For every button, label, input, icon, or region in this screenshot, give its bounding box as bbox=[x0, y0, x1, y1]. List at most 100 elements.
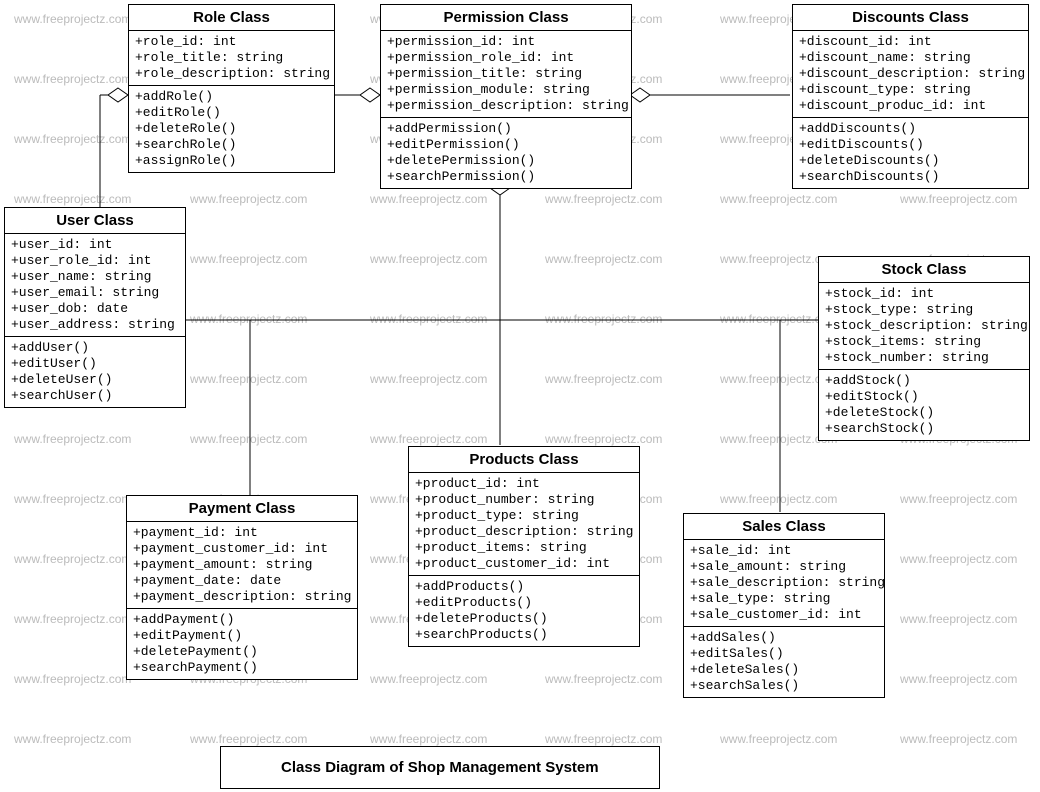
watermark: www.freeprojectz.com bbox=[545, 372, 662, 386]
class-line: +user_role_id: int bbox=[11, 253, 179, 269]
attrs: +user_id: int+user_role_id: int+user_nam… bbox=[5, 234, 185, 337]
watermark: www.freeprojectz.com bbox=[370, 312, 487, 326]
ops: +addPermission()+editPermission()+delete… bbox=[381, 118, 631, 188]
ops: +addDiscounts()+editDiscounts()+deleteDi… bbox=[793, 118, 1028, 188]
watermark: www.freeprojectz.com bbox=[14, 132, 131, 146]
class-line: +addStock() bbox=[825, 373, 1023, 389]
class-line: +addSales() bbox=[690, 630, 878, 646]
watermark: www.freeprojectz.com bbox=[14, 732, 131, 746]
watermark: www.freeprojectz.com bbox=[190, 192, 307, 206]
class-line: +editPermission() bbox=[387, 137, 625, 153]
class-line: +role_description: string bbox=[135, 66, 328, 82]
watermark: www.freeprojectz.com bbox=[370, 192, 487, 206]
watermark: www.freeprojectz.com bbox=[190, 432, 307, 446]
class-title: Discounts Class bbox=[793, 5, 1028, 31]
class-title: Permission Class bbox=[381, 5, 631, 31]
class-line: +deleteSales() bbox=[690, 662, 878, 678]
class-line: +payment_id: int bbox=[133, 525, 351, 541]
class-line: +searchUser() bbox=[11, 388, 179, 404]
class-line: +product_id: int bbox=[415, 476, 633, 492]
watermark: www.freeprojectz.com bbox=[900, 672, 1017, 686]
watermark: www.freeprojectz.com bbox=[14, 552, 131, 566]
watermark: www.freeprojectz.com bbox=[900, 732, 1017, 746]
class-line: +product_number: string bbox=[415, 492, 633, 508]
class-line: +editStock() bbox=[825, 389, 1023, 405]
class-stock: Stock Class +stock_id: int+stock_type: s… bbox=[818, 256, 1030, 441]
class-line: +user_name: string bbox=[11, 269, 179, 285]
class-line: +sale_amount: string bbox=[690, 559, 878, 575]
class-line: +role_id: int bbox=[135, 34, 328, 50]
class-line: +product_customer_id: int bbox=[415, 556, 633, 572]
watermark: www.freeprojectz.com bbox=[370, 732, 487, 746]
ops: +addSales()+editSales()+deleteSales()+se… bbox=[684, 627, 884, 697]
class-line: +addDiscounts() bbox=[799, 121, 1022, 137]
class-line: +payment_description: string bbox=[133, 589, 351, 605]
watermark: www.freeprojectz.com bbox=[545, 672, 662, 686]
watermark: www.freeprojectz.com bbox=[545, 312, 662, 326]
class-line: +searchDiscounts() bbox=[799, 169, 1022, 185]
class-line: +editRole() bbox=[135, 105, 328, 121]
class-line: +addUser() bbox=[11, 340, 179, 356]
class-title: Products Class bbox=[409, 447, 639, 473]
class-line: +searchStock() bbox=[825, 421, 1023, 437]
class-line: +stock_id: int bbox=[825, 286, 1023, 302]
class-line: +payment_amount: string bbox=[133, 557, 351, 573]
attrs: +sale_id: int+sale_amount: string+sale_d… bbox=[684, 540, 884, 627]
ops: +addProducts()+editProducts()+deleteProd… bbox=[409, 576, 639, 646]
class-line: +sale_type: string bbox=[690, 591, 878, 607]
watermark: www.freeprojectz.com bbox=[900, 552, 1017, 566]
watermark: www.freeprojectz.com bbox=[900, 492, 1017, 506]
class-line: +discount_description: string bbox=[799, 66, 1022, 82]
class-line: +payment_customer_id: int bbox=[133, 541, 351, 557]
class-line: +product_description: string bbox=[415, 524, 633, 540]
ops: +addUser()+editUser()+deleteUser()+searc… bbox=[5, 337, 185, 407]
class-line: +user_email: string bbox=[11, 285, 179, 301]
class-line: +deletePayment() bbox=[133, 644, 351, 660]
attrs: +product_id: int+product_number: string+… bbox=[409, 473, 639, 576]
class-line: +editDiscounts() bbox=[799, 137, 1022, 153]
class-line: +editSales() bbox=[690, 646, 878, 662]
class-title: Payment Class bbox=[127, 496, 357, 522]
class-line: +discount_type: string bbox=[799, 82, 1022, 98]
attrs: +payment_id: int+payment_customer_id: in… bbox=[127, 522, 357, 609]
watermark: www.freeprojectz.com bbox=[14, 192, 131, 206]
class-line: +editPayment() bbox=[133, 628, 351, 644]
watermark: www.freeprojectz.com bbox=[370, 372, 487, 386]
class-line: +deleteRole() bbox=[135, 121, 328, 137]
attrs: +discount_id: int+discount_name: string+… bbox=[793, 31, 1028, 118]
watermark: www.freeprojectz.com bbox=[545, 252, 662, 266]
watermark: www.freeprojectz.com bbox=[14, 72, 131, 86]
class-line: +deleteProducts() bbox=[415, 611, 633, 627]
watermark: www.freeprojectz.com bbox=[370, 432, 487, 446]
class-line: +permission_role_id: int bbox=[387, 50, 625, 66]
class-line: +sale_description: string bbox=[690, 575, 878, 591]
class-line: +role_title: string bbox=[135, 50, 328, 66]
watermark: www.freeprojectz.com bbox=[545, 732, 662, 746]
class-title: Sales Class bbox=[684, 514, 884, 540]
class-line: +sale_id: int bbox=[690, 543, 878, 559]
ops: +addRole()+editRole()+deleteRole()+searc… bbox=[129, 86, 334, 172]
class-title: Stock Class bbox=[819, 257, 1029, 283]
class-line: +stock_number: string bbox=[825, 350, 1023, 366]
class-payment: Payment Class +payment_id: int+payment_c… bbox=[126, 495, 358, 680]
class-line: +stock_items: string bbox=[825, 334, 1023, 350]
diagram-title: Class Diagram of Shop Management System bbox=[220, 746, 660, 789]
class-line: +searchPayment() bbox=[133, 660, 351, 676]
watermark: www.freeprojectz.com bbox=[370, 252, 487, 266]
class-line: +payment_date: date bbox=[133, 573, 351, 589]
class-line: +user_id: int bbox=[11, 237, 179, 253]
attrs: +permission_id: int+permission_role_id: … bbox=[381, 31, 631, 118]
watermark: www.freeprojectz.com bbox=[720, 492, 837, 506]
ops: +addStock()+editStock()+deleteStock()+se… bbox=[819, 370, 1029, 440]
class-user: User Class +user_id: int+user_role_id: i… bbox=[4, 207, 186, 408]
attrs: +role_id: int+role_title: string+role_de… bbox=[129, 31, 334, 86]
class-line: +permission_description: string bbox=[387, 98, 625, 114]
watermark: www.freeprojectz.com bbox=[190, 372, 307, 386]
ops: +addPayment()+editPayment()+deletePaymen… bbox=[127, 609, 357, 679]
class-line: +discount_id: int bbox=[799, 34, 1022, 50]
watermark: www.freeprojectz.com bbox=[14, 12, 131, 26]
class-line: +deleteStock() bbox=[825, 405, 1023, 421]
watermark: www.freeprojectz.com bbox=[14, 672, 131, 686]
class-line: +product_type: string bbox=[415, 508, 633, 524]
watermark: www.freeprojectz.com bbox=[190, 252, 307, 266]
